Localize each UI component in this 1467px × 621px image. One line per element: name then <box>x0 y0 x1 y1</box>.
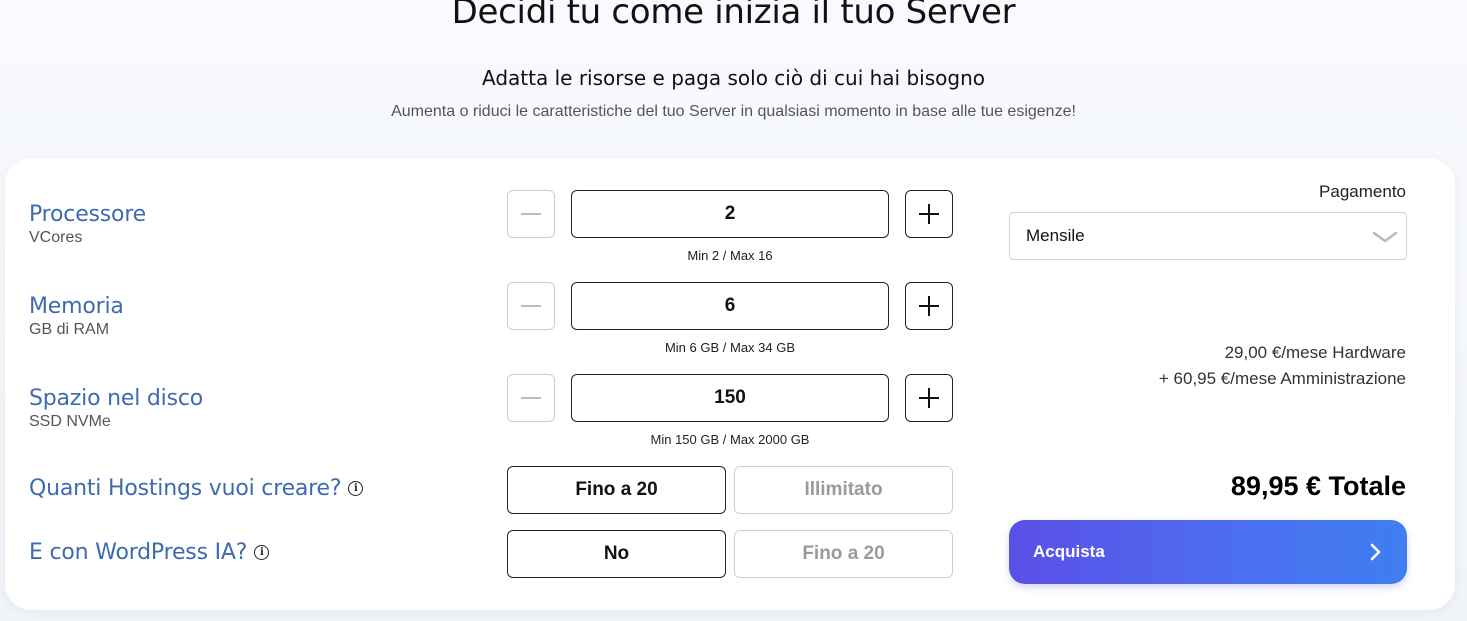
page-title: Decidi tu come inizia il tuo Server <box>451 0 1016 32</box>
wordpress-option-no[interactable]: No <box>507 530 726 578</box>
wordpress-option-20[interactable]: Fino a 20 <box>734 530 953 578</box>
wordpress-label: E con WordPress IA? <box>29 540 248 565</box>
plus-icon <box>919 296 939 316</box>
hostings-option-unlimited[interactable]: Illimitato <box>734 466 953 514</box>
ram-label: Memoria <box>29 294 124 319</box>
minus-icon <box>521 305 541 307</box>
page-description: Aumenta o riduci le caratteristiche del … <box>391 103 1076 120</box>
wordpress-label-group: E con WordPress IA? i <box>29 540 270 565</box>
buy-button[interactable]: Acquista <box>1009 520 1407 584</box>
payment-select[interactable]: Mensile <box>1009 212 1407 260</box>
minus-icon <box>521 397 541 399</box>
ram-value-input[interactable]: 6 <box>571 282 889 330</box>
ram-label-group: Memoria GB di RAM <box>29 294 124 339</box>
hardware-price: 29,00 €/mese Hardware <box>1224 343 1406 362</box>
ram-decrease-button[interactable] <box>507 282 555 330</box>
total-price: 89,95 € Totale <box>1230 471 1406 501</box>
page-subtitle: Adatta le risorse e paga solo ciò di cui… <box>482 66 985 90</box>
hostings-label: Quanti Hostings vuoi creare? <box>29 476 342 501</box>
cpu-label: Processore <box>29 202 147 227</box>
disk-range: Min 150 GB / Max 2000 GB <box>650 432 810 447</box>
disk-decrease-button[interactable] <box>507 374 555 422</box>
ram-increase-button[interactable] <box>905 282 953 330</box>
ram-unit: GB di RAM <box>29 321 110 338</box>
hostings-option-20[interactable]: Fino a 20 <box>507 466 726 514</box>
cpu-unit: VCores <box>29 229 83 246</box>
cpu-label-group: Processore VCores <box>29 202 146 247</box>
plus-icon <box>919 388 939 408</box>
plus-icon <box>919 204 939 224</box>
info-icon[interactable]: i <box>348 481 364 496</box>
payment-selected-value: Mensile <box>1026 226 1085 245</box>
ram-range: Min 6 GB / Max 34 GB <box>664 340 796 355</box>
cpu-value-input[interactable]: 2 <box>571 190 889 238</box>
disk-label: Spazio nel disco <box>29 386 204 411</box>
price-breakdown: 29,00 €/mese Hardware + 60,95 €/mese Amm… <box>1009 340 1406 392</box>
disk-label-group: Spazio nel disco SSD NVMe <box>29 386 203 431</box>
disk-unit: SSD NVMe <box>29 413 111 430</box>
cpu-increase-button[interactable] <box>905 190 953 238</box>
disk-increase-button[interactable] <box>905 374 953 422</box>
info-icon[interactable]: i <box>254 545 270 560</box>
minus-icon <box>521 213 541 215</box>
buy-button-label: Acquista <box>1033 542 1105 561</box>
chevron-right-icon <box>1370 543 1381 561</box>
hostings-question: Quanti Hostings vuoi creare? i <box>29 476 364 501</box>
payment-label: Pagamento <box>1319 182 1406 201</box>
cpu-range: Min 2 / Max 16 <box>687 248 773 263</box>
admin-price: + 60,95 €/mese Amministrazione <box>1158 369 1406 388</box>
cpu-decrease-button[interactable] <box>507 190 555 238</box>
wordpress-question: E con WordPress IA? i <box>29 540 270 565</box>
hostings-label-group: Quanti Hostings vuoi creare? i <box>29 476 364 501</box>
disk-value-input[interactable]: 150 <box>571 374 889 422</box>
chevron-down-icon <box>1372 231 1398 243</box>
server-configurator-card: Processore VCores 2 Min 2 / Max 16 Memor… <box>5 158 1455 610</box>
